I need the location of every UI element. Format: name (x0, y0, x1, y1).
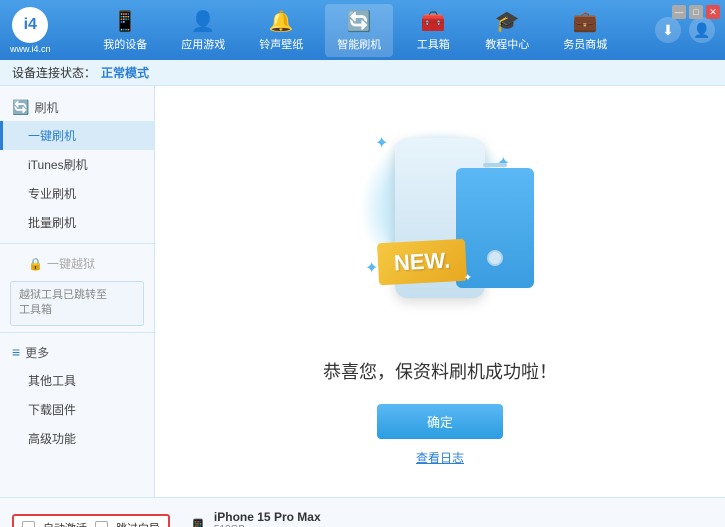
smart-flash-icon: 🔄 (347, 9, 372, 34)
status-prefix: 设备连接状态： (12, 64, 96, 81)
sidebar-divider-1 (0, 243, 154, 244)
phone-home-button (487, 250, 503, 266)
nav-business-label: 务员商城 (563, 36, 607, 52)
device-name: iPhone 15 Pro Max (214, 510, 321, 524)
more-section-icon: ≡ (12, 344, 20, 360)
minimize-button[interactable]: — (672, 5, 686, 19)
nav-business[interactable]: 💼 务员商城 (551, 4, 619, 57)
device-icon: 📱 (188, 518, 208, 527)
sidebar-item-advanced[interactable]: 高级功能 (0, 424, 154, 453)
flash-section-icon: 🔄 (12, 99, 29, 116)
lock-icon: 🔒 (28, 257, 43, 271)
more-section-label: 更多 (25, 344, 49, 361)
nav-app-games-label: 应用游戏 (181, 36, 225, 52)
new-banner-text: NEW. (393, 247, 450, 275)
header-actions: ⬇ 👤 (655, 17, 715, 43)
sidebar-item-other-tools[interactable]: 其他工具 (0, 366, 154, 395)
phone-screen (456, 168, 534, 288)
maximize-button[interactable]: □ (689, 5, 703, 19)
download-button[interactable]: ⬇ (655, 17, 681, 43)
business-icon: 💼 (573, 9, 598, 34)
phone-speaker (483, 163, 507, 167)
flash-section-label: 刷机 (34, 99, 58, 116)
sidebar-item-pro-flash[interactable]: 专业刷机 (0, 179, 154, 208)
sidebar-section-more: ≡ 更多 其他工具 下载固件 高级功能 (0, 339, 154, 453)
sidebar-jailbreak-header: 🔒 一键越狱 (0, 250, 154, 277)
nav-smart-flash-label: 智能刷机 (337, 36, 381, 52)
nav-app-games[interactable]: 👤 应用游戏 (169, 4, 237, 57)
sparkle-1: ✦ (375, 133, 388, 153)
header: i4 www.i4.cn 📱 我的设备 👤 应用游戏 🔔 铃声壁纸 🔄 智能刷机… (0, 0, 725, 60)
my-device-icon: 📱 (113, 9, 138, 34)
jailbreak-notice: 越狱工具已跳转至工具箱 (10, 281, 144, 326)
nav-my-device[interactable]: 📱 我的设备 (91, 4, 159, 57)
nav-toolbox-label: 工具箱 (417, 36, 450, 52)
ringtone-icon: 🔔 (269, 9, 294, 34)
device-info-bar: 📱 iPhone 15 Pro Max 512GB iPhone (188, 510, 713, 527)
close-button[interactable]: ✕ (706, 5, 720, 19)
sidebar-flash-header: 🔄 刷机 (0, 94, 154, 121)
nav-ringtone[interactable]: 🔔 铃声壁纸 (247, 4, 315, 57)
sidebar: 🔄 刷机 一键刷机 iTunes刷机 专业刷机 批量刷机 (0, 86, 155, 497)
sidebar-item-batch-flash[interactable]: 批量刷机 (0, 208, 154, 237)
app-games-icon: 👤 (191, 9, 216, 34)
phone-illustration: ✦ ✦ ✦ NEW. (340, 118, 540, 338)
tutorial-icon: 🎓 (495, 9, 520, 34)
auto-activate-label: 自动激活 (43, 520, 87, 527)
user-button[interactable]: 👤 (689, 17, 715, 43)
new-banner: NEW. (377, 238, 467, 285)
sidebar-section-jailbreak: 🔒 一键越狱 越狱工具已跳转至工具箱 (0, 250, 154, 326)
auto-activate-area: 自动激活 跳过向导 (12, 514, 170, 527)
nav-bar: 📱 我的设备 👤 应用游戏 🔔 铃声壁纸 🔄 智能刷机 🧰 工具箱 🎓 (66, 4, 645, 57)
logo-icon: i4 (12, 7, 48, 43)
toolbox-icon: 🧰 (421, 9, 446, 34)
logo: i4 www.i4.cn (10, 7, 51, 54)
device-storage: 512GB (214, 524, 321, 527)
confirm-button[interactable]: 确定 (377, 404, 503, 439)
device-details: iPhone 15 Pro Max 512GB iPhone (214, 510, 321, 527)
skip-guide-checkbox[interactable] (95, 521, 108, 527)
main-layout: 🔄 刷机 一键刷机 iTunes刷机 专业刷机 批量刷机 (0, 86, 725, 497)
auto-activate-checkbox[interactable] (22, 521, 35, 527)
window-controls: — □ ✕ (672, 5, 720, 19)
content-area: ✦ ✦ ✦ NEW. 恭喜您，保资料刷机成功啦！ 确定 查看日志 (155, 86, 725, 497)
sidebar-item-itunes-flash[interactable]: iTunes刷机 (0, 150, 154, 179)
nav-toolbox[interactable]: 🧰 工具箱 (403, 4, 463, 57)
nav-tutorial-label: 教程中心 (485, 36, 529, 52)
status-mode: 正常模式 (101, 64, 149, 81)
success-message: 恭喜您，保资料刷机成功啦！ (323, 358, 557, 384)
sidebar-item-one-click-flash[interactable]: 一键刷机 (0, 121, 154, 150)
nav-smart-flash[interactable]: 🔄 智能刷机 (325, 4, 393, 57)
sparkle-3: ✦ (365, 258, 378, 278)
guide-label: 跳过向导 (116, 520, 160, 527)
nav-ringtone-label: 铃声壁纸 (259, 36, 303, 52)
logo-sub: www.i4.cn (10, 44, 51, 54)
log-link[interactable]: 查看日志 (416, 449, 464, 466)
nav-my-device-label: 我的设备 (103, 36, 147, 52)
sidebar-more-header: ≡ 更多 (0, 339, 154, 366)
sidebar-divider-2 (0, 332, 154, 333)
device-bar: 自动激活 跳过向导 📱 iPhone 15 Pro Max 512GB iPho… (0, 497, 725, 527)
sidebar-section-flash: 🔄 刷机 一键刷机 iTunes刷机 专业刷机 批量刷机 (0, 94, 154, 237)
sidebar-item-download-firmware[interactable]: 下载固件 (0, 395, 154, 424)
nav-tutorial[interactable]: 🎓 教程中心 (473, 4, 541, 57)
status-bar: 设备连接状态： 正常模式 (0, 60, 725, 86)
jailbreak-label: 一键越狱 (47, 255, 95, 272)
